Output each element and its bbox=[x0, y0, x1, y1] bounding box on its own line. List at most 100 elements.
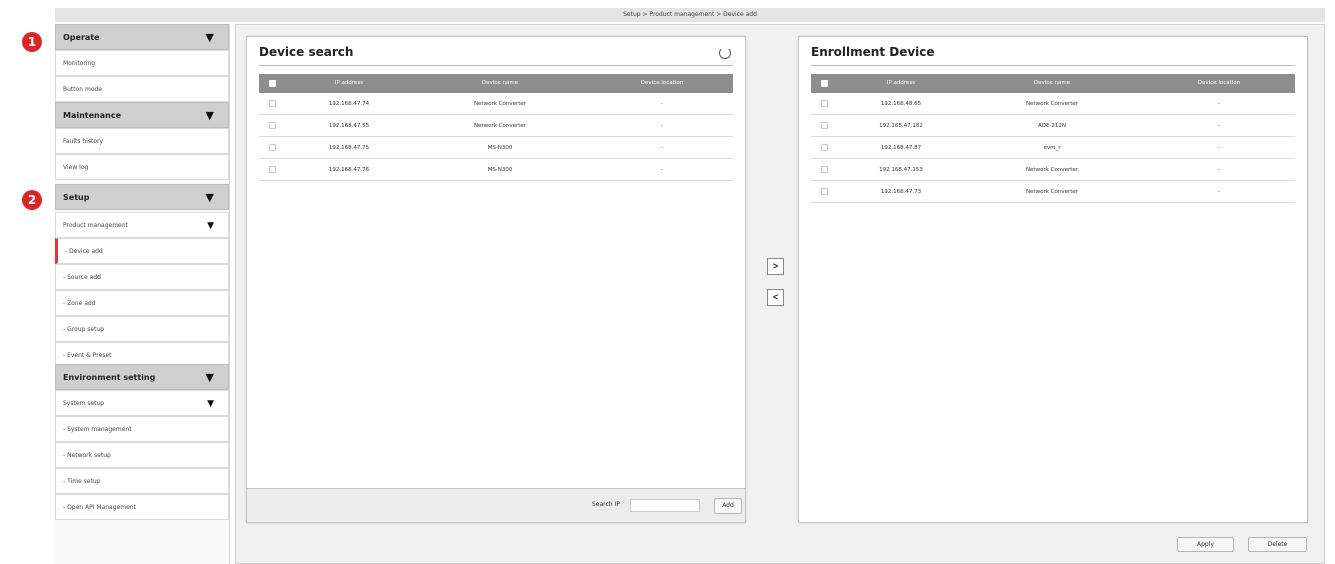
sidebar-item-system-management[interactable]: - System management bbox=[55, 416, 229, 442]
sidebar-item-network-setup[interactable]: - Network setup bbox=[55, 442, 229, 468]
sidebar-item-group-setup[interactable]: - Group setup bbox=[55, 316, 229, 342]
sidebar-item-faults-history[interactable]: Faults history bbox=[55, 128, 229, 154]
cell-ip: 192.168.48.65 bbox=[880, 101, 922, 107]
chevron-down-icon: ▼ bbox=[205, 371, 214, 384]
table-row[interactable]: 192.168.47.76 MS-N300 - bbox=[259, 159, 733, 181]
row-check-cell bbox=[811, 137, 841, 158]
sidebar-header-label: Environment setting bbox=[63, 373, 156, 382]
callout-marker-2: 2 bbox=[22, 190, 42, 210]
search-ip-label: Search IP bbox=[592, 501, 620, 508]
table-row[interactable]: 192.168.47.182 ADE-212N - bbox=[811, 115, 1295, 137]
column-header-device-name[interactable]: Device name bbox=[961, 74, 1143, 93]
cell-ip: 192.168.47.182 bbox=[879, 123, 923, 129]
row-checkbox[interactable] bbox=[821, 144, 828, 151]
sidebar-item-zone-add[interactable]: - Zone add bbox=[55, 290, 229, 316]
refresh-icon[interactable] bbox=[719, 47, 731, 59]
column-header-device-location[interactable]: Device location bbox=[591, 74, 733, 93]
sidebar-item-open-api-management[interactable]: - Open API Management bbox=[55, 494, 229, 520]
cell-device-location: - bbox=[1218, 123, 1220, 129]
cell-ip: 192.168.47.74 bbox=[328, 101, 370, 107]
cell-device-name: ADE-212N bbox=[1037, 123, 1067, 129]
cell-ip: 192.168.47.153 bbox=[879, 167, 923, 173]
sidebar-item-system-setup[interactable]: System setup ▼ bbox=[55, 390, 229, 416]
sidebar-item-label: Product management bbox=[63, 222, 128, 229]
table-row[interactable]: 192.168.47.87 evm_r - bbox=[811, 137, 1295, 159]
table-header: IP address Device name Device location bbox=[811, 74, 1295, 93]
search-ip-input[interactable] bbox=[630, 499, 700, 512]
device-search-panel: Device search IP address Device name Dev… bbox=[246, 36, 746, 523]
chevron-down-icon: ▼ bbox=[207, 399, 214, 409]
divider bbox=[259, 65, 733, 66]
table-header: IP address Device name Device location bbox=[259, 74, 733, 93]
cell-ip: 192.168.47.73 bbox=[880, 189, 922, 195]
row-check-cell bbox=[259, 115, 289, 136]
cell-device-location: - bbox=[661, 167, 663, 173]
delete-button[interactable]: Delete bbox=[1248, 537, 1307, 552]
sidebar-header-label: Maintenance bbox=[63, 111, 122, 120]
cell-device-name: MS-N300 bbox=[487, 167, 513, 173]
cell-device-location: - bbox=[661, 101, 663, 107]
row-check-cell bbox=[811, 181, 841, 202]
cell-device-name: Network Converter bbox=[1025, 189, 1079, 195]
table-row[interactable]: 192.168.48.65 Network Converter - bbox=[811, 93, 1295, 115]
sidebar-item-time-setup[interactable]: - Time setup bbox=[55, 468, 229, 494]
row-checkbox[interactable] bbox=[821, 188, 828, 195]
callout-marker-1: 1 bbox=[22, 32, 42, 52]
sidebar-header-operate[interactable]: Operate ▼ bbox=[55, 24, 229, 50]
cell-device-name: evm_r bbox=[1043, 145, 1061, 151]
column-header-ip[interactable]: IP address bbox=[289, 74, 409, 93]
row-checkbox[interactable] bbox=[269, 144, 276, 151]
row-check-cell bbox=[811, 159, 841, 180]
column-header-device-name[interactable]: Device name bbox=[409, 74, 591, 93]
chevron-down-icon: ▼ bbox=[205, 109, 214, 122]
cell-ip: 192.168.47.76 bbox=[328, 167, 370, 173]
row-checkbox[interactable] bbox=[821, 100, 828, 107]
divider bbox=[811, 65, 1295, 66]
enrollment-table: IP address Device name Device location 1… bbox=[811, 74, 1295, 203]
table-row[interactable]: 192.168.47.153 Network Converter - bbox=[811, 159, 1295, 181]
move-right-button[interactable]: > bbox=[767, 258, 784, 275]
sidebar-header-setup[interactable]: Setup ▼ bbox=[55, 184, 229, 210]
cell-device-location: - bbox=[1218, 167, 1220, 173]
cell-device-name: MS-N300 bbox=[487, 145, 513, 151]
chevron-down-icon: ▼ bbox=[205, 31, 214, 44]
cell-ip: 192.168.47.87 bbox=[880, 145, 922, 151]
sidebar-item-view-log[interactable]: View log bbox=[55, 154, 229, 180]
row-check-cell bbox=[259, 93, 289, 114]
row-checkbox[interactable] bbox=[269, 122, 276, 129]
apply-button[interactable]: Apply bbox=[1177, 537, 1234, 552]
cell-device-location: - bbox=[1218, 101, 1220, 107]
sidebar-item-product-management[interactable]: Product management ▼ bbox=[55, 212, 229, 238]
table-row[interactable]: 192.168.47.75 MS-N300 - bbox=[259, 137, 733, 159]
column-header-ip[interactable]: IP address bbox=[841, 74, 961, 93]
table-row[interactable]: 192.168.47.74 Network Converter - bbox=[259, 93, 733, 115]
table-row[interactable]: 192.168.47.73 Network Converter - bbox=[811, 181, 1295, 203]
row-checkbox[interactable] bbox=[821, 166, 828, 173]
sidebar-item-monitoring[interactable]: Monitoring bbox=[55, 50, 229, 76]
cell-device-name: Network Converter bbox=[1025, 167, 1079, 173]
device-search-title: Device search bbox=[259, 45, 354, 59]
cell-device-location: - bbox=[1218, 145, 1220, 151]
sidebar-item-source-add[interactable]: - Source add bbox=[55, 264, 229, 290]
sidebar-header-environment-setting[interactable]: Environment setting ▼ bbox=[55, 364, 229, 390]
row-checkbox[interactable] bbox=[269, 100, 276, 107]
add-button[interactable]: Add bbox=[714, 498, 742, 514]
select-all-cell bbox=[259, 74, 289, 93]
sidebar-item-device-add[interactable]: - Device add bbox=[55, 238, 229, 264]
select-all-checkbox[interactable] bbox=[821, 80, 828, 87]
column-header-device-location[interactable]: Device location bbox=[1143, 74, 1295, 93]
move-left-button[interactable]: < bbox=[767, 289, 784, 306]
cell-device-name: Network Converter bbox=[473, 123, 527, 129]
device-search-table: IP address Device name Device location 1… bbox=[259, 74, 733, 181]
row-check-cell bbox=[259, 137, 289, 158]
table-row[interactable]: 192.168.47.55 Network Converter - bbox=[259, 115, 733, 137]
row-checkbox[interactable] bbox=[269, 166, 276, 173]
row-checkbox[interactable] bbox=[821, 122, 828, 129]
chevron-down-icon: ▼ bbox=[205, 191, 214, 204]
cell-device-name: Network Converter bbox=[473, 101, 527, 107]
cell-device-location: - bbox=[661, 145, 663, 151]
main-content: Device search IP address Device name Dev… bbox=[235, 24, 1325, 564]
sidebar-item-button-mode[interactable]: Button mode bbox=[55, 76, 229, 102]
select-all-checkbox[interactable] bbox=[269, 80, 276, 87]
sidebar-header-maintenance[interactable]: Maintenance ▼ bbox=[55, 102, 229, 128]
